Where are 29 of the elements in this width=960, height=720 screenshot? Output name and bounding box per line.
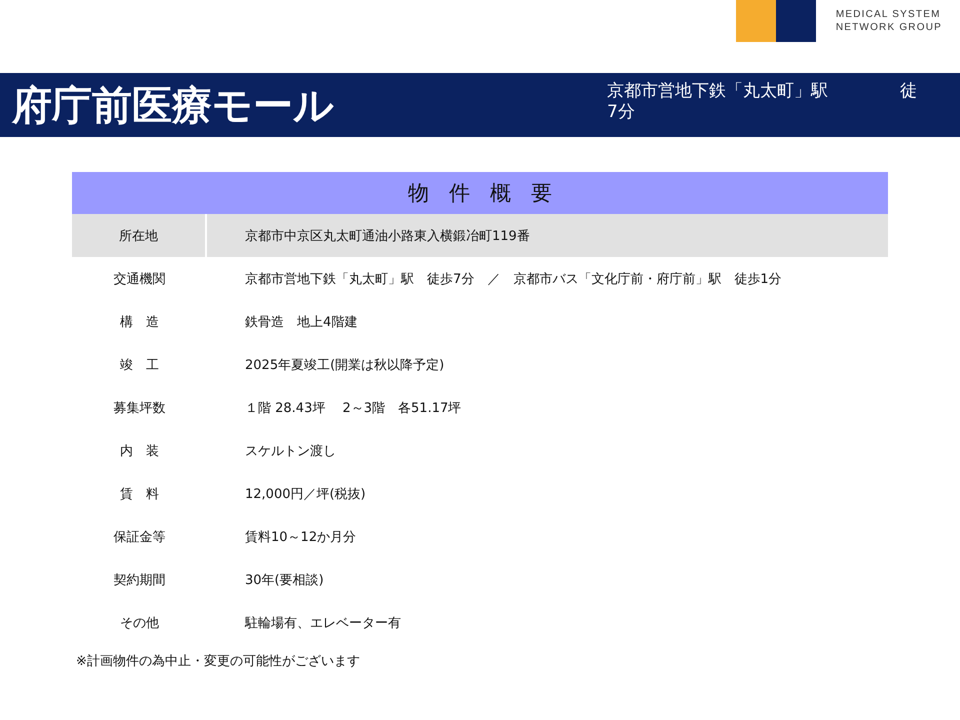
row-value: 賃料10～12か月分 [244,528,358,546]
row-label: 内 装 [119,442,160,460]
row-value: 京都市営地下鉄「丸太町」駅 徒歩7分 ／ 京都市バス「文化庁前・府庁前」駅 徒歩1分 [244,270,783,288]
row-value: 12,000円／坪(税抜) [244,486,367,504]
row-value: １階 28.43坪 2～3階 各51.17坪 [244,400,462,418]
row-label: 募集坪数 [112,400,166,418]
page-title: 府庁前医療モール [12,82,335,130]
footnote: ※計画物件の為中止・変更の可能性がございます [76,653,361,670]
logo-icon [736,0,816,42]
row-label: 所在地 [72,214,207,257]
row-label: その他 [119,614,160,632]
row-label: 保証金等 [112,528,166,546]
access-text: 京都市営地下鉄「丸太町」駅 [607,81,828,102]
table-title: 物件概要 [408,180,572,207]
access-text: 徒 [900,81,917,102]
row-value: スケルトン渡し [244,442,337,460]
access-text: 7分 [607,102,635,123]
row-value: 駐輪場有、エレベーター有 [244,614,402,632]
row-label: 契約期間 [112,572,166,590]
row-label: 交通機関 [112,270,166,288]
row-label: 構 造 [119,314,160,332]
row-value: 30年(要相談) [244,572,325,590]
row-label: 賃 料 [119,486,160,504]
row-label: 竣 工 [119,356,160,374]
row-value: 鉄骨造 地上4階建 [244,314,358,332]
row-value: 2025年夏竣工(開業は秋以降予定) [244,356,446,374]
logo-text: NETWORK GROUP [836,21,942,34]
logo-text: MEDICAL SYSTEM [836,8,942,21]
row-value: 京都市中京区丸太町通油小路東入横鍛冶町119番 [244,228,531,246]
